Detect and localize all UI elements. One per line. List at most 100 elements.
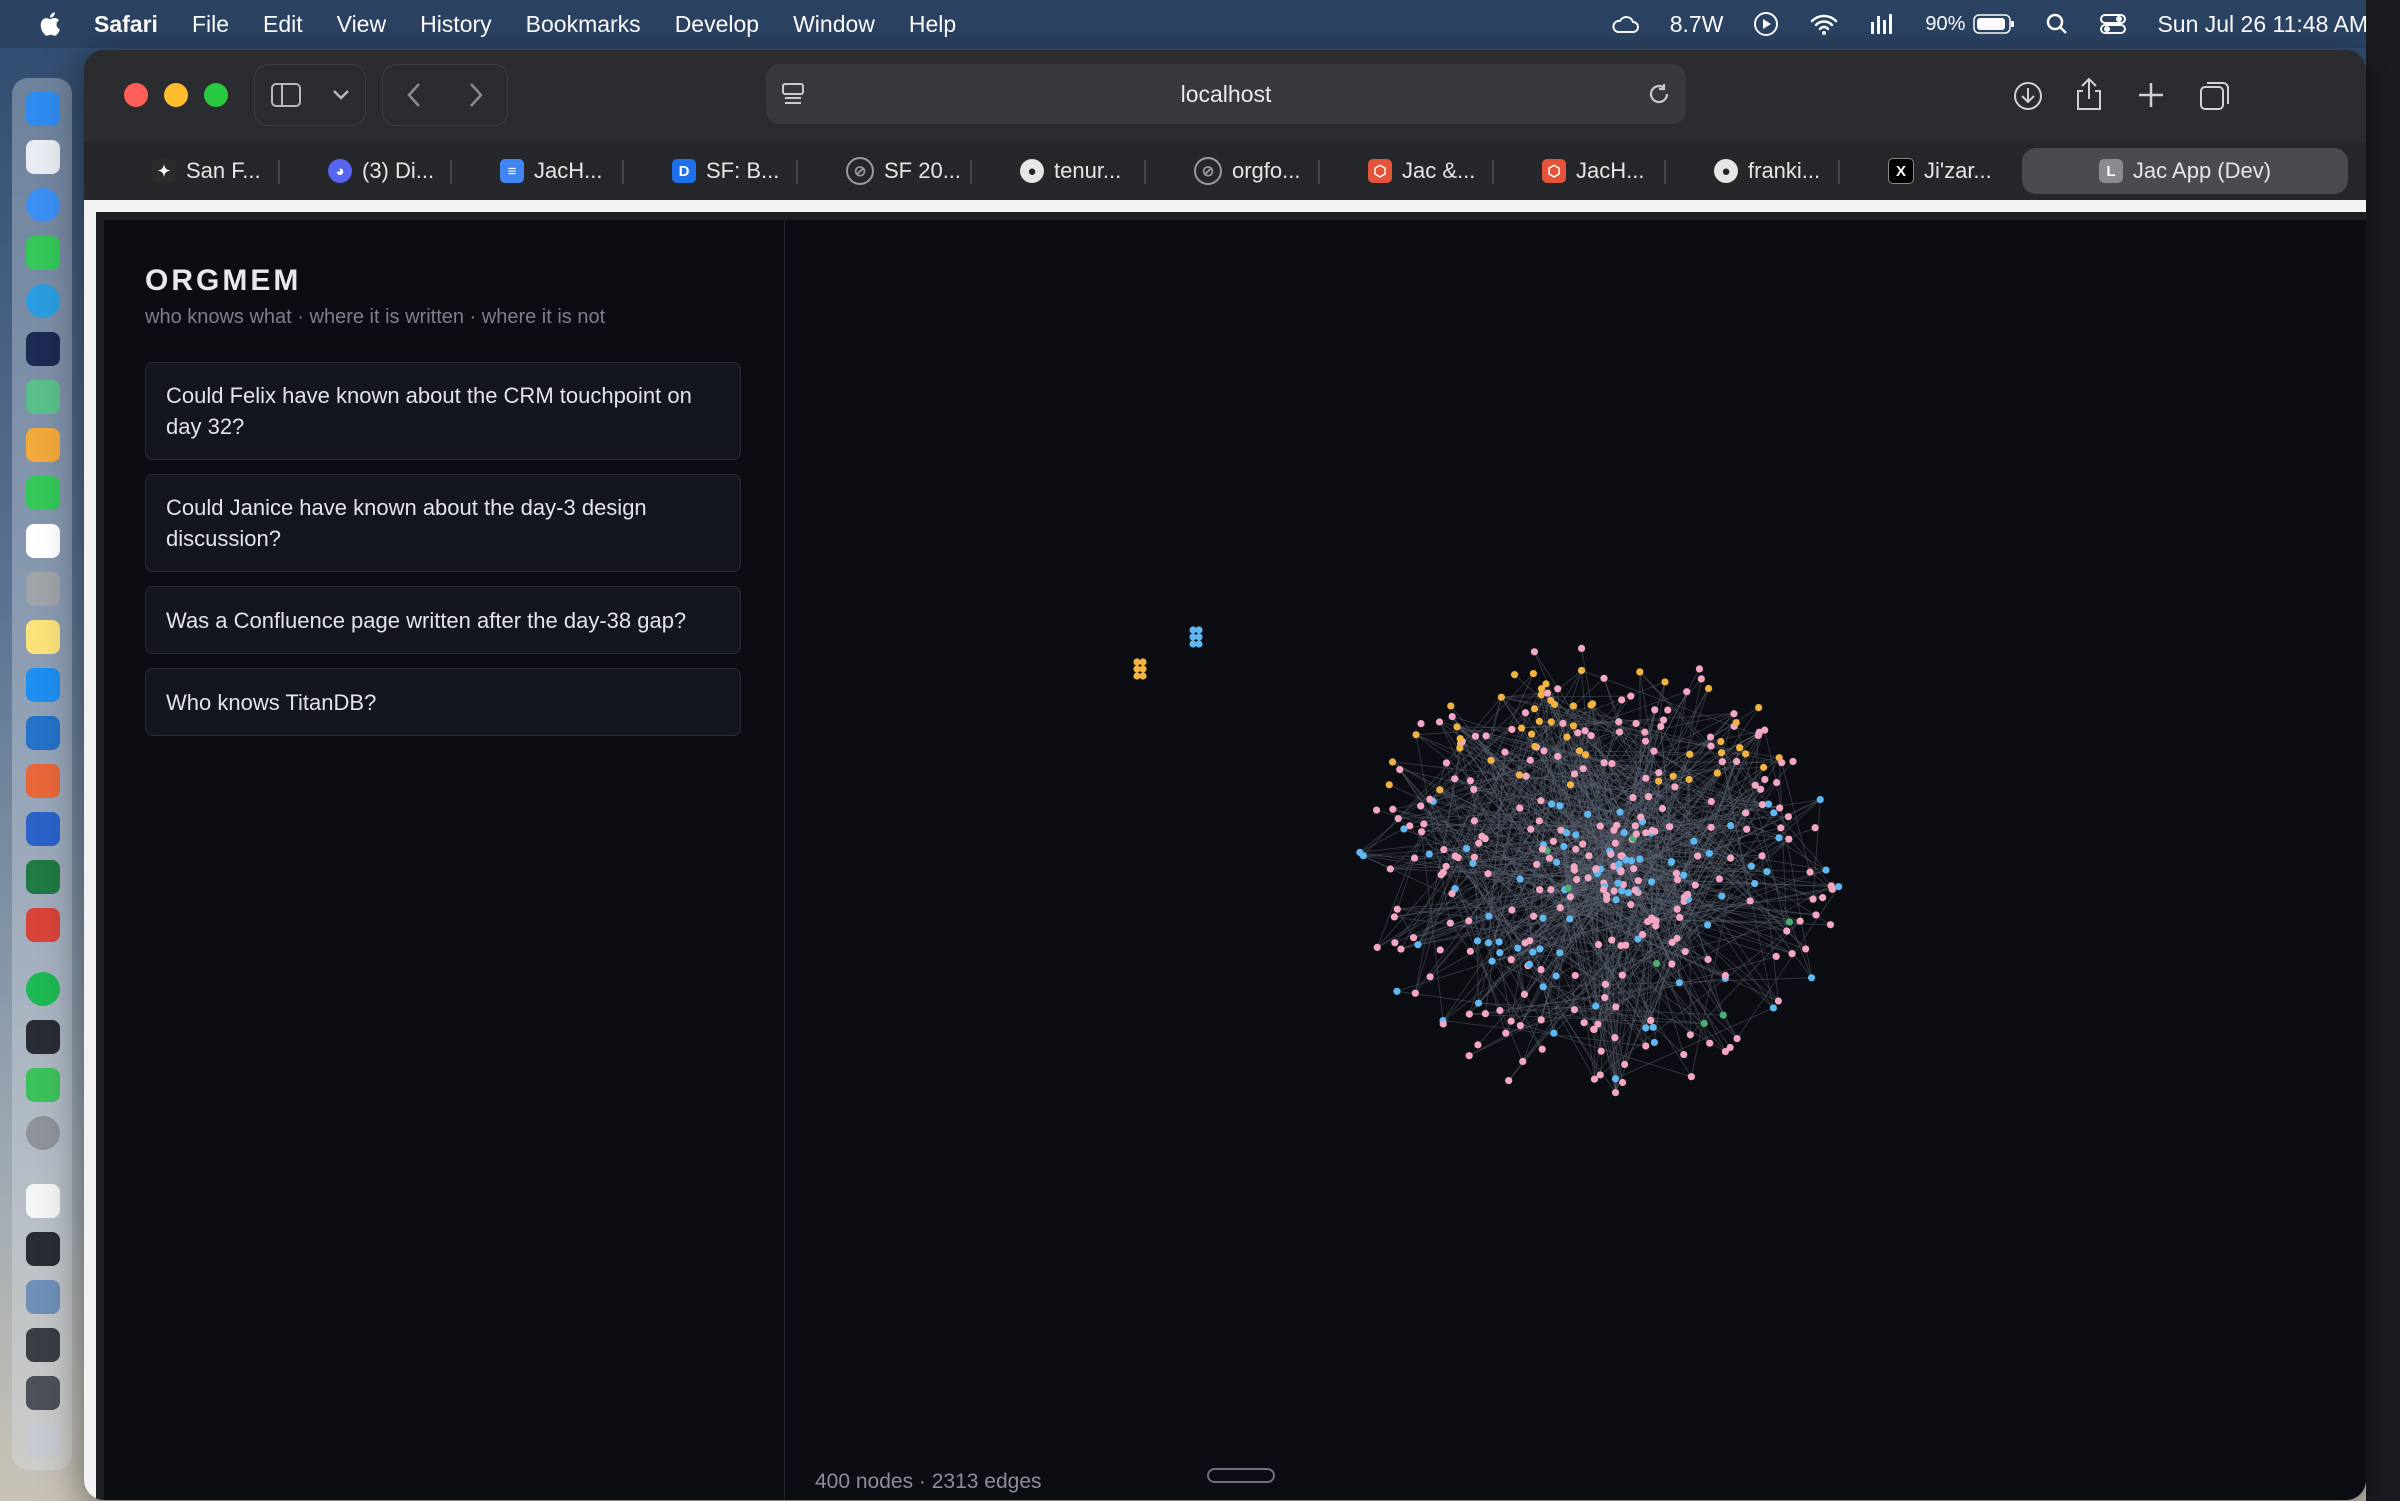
graph-node[interactable]	[1631, 822, 1639, 830]
graph-node[interactable]	[1575, 747, 1583, 755]
graph-node[interactable]	[1685, 775, 1693, 784]
graph-node[interactable]	[1697, 675, 1705, 683]
powerpoint-icon[interactable]	[26, 908, 60, 942]
graph-node[interactable]	[1704, 955, 1712, 963]
graph-node[interactable]	[1556, 949, 1564, 957]
graph-node[interactable]	[1139, 665, 1147, 673]
graph-node[interactable]	[1520, 990, 1529, 998]
graph-node[interactable]	[1549, 837, 1558, 845]
graph-node[interactable]	[1659, 716, 1668, 724]
graph-node[interactable]	[1611, 839, 1619, 847]
graph-node[interactable]	[1385, 781, 1393, 789]
graph-node[interactable]	[1603, 891, 1611, 899]
graph-node[interactable]	[1563, 733, 1571, 741]
document-icon[interactable]	[26, 1184, 60, 1218]
sidebar-toggle-button[interactable]	[254, 64, 366, 126]
excel-icon[interactable]	[26, 860, 60, 894]
graph-node[interactable]	[1550, 1029, 1558, 1037]
graph-node[interactable]	[1414, 941, 1422, 949]
spotify-icon[interactable]	[26, 972, 60, 1006]
graph-node[interactable]	[1435, 718, 1444, 726]
graph-node[interactable]	[1570, 866, 1578, 874]
graph-node[interactable]	[1758, 800, 1767, 809]
graph-node[interactable]	[1535, 717, 1543, 725]
graph-node[interactable]	[1675, 979, 1683, 987]
safari-icon[interactable]	[26, 188, 60, 222]
graph-node[interactable]	[1535, 817, 1543, 825]
graph-node[interactable]	[1774, 997, 1782, 1005]
graph-node[interactable]	[1409, 934, 1418, 942]
tab[interactable]: ⊘ SF 20...	[838, 148, 961, 194]
graph-node[interactable]	[1397, 945, 1405, 953]
graph-node[interactable]	[1547, 885, 1555, 894]
graph-node[interactable]	[1530, 648, 1538, 656]
graph-node[interactable]	[1502, 1029, 1510, 1037]
graph-node[interactable]	[1592, 865, 1600, 873]
graph-node[interactable]	[1454, 854, 1462, 862]
graph-node[interactable]	[1681, 948, 1689, 956]
graph-node[interactable]	[1514, 944, 1522, 952]
graph-node[interactable]	[1487, 756, 1495, 764]
graph-node[interactable]	[1715, 875, 1724, 883]
graph-node[interactable]	[1579, 765, 1587, 773]
graph-node[interactable]	[1755, 703, 1763, 712]
graph-node[interactable]	[1536, 945, 1544, 953]
graph-node[interactable]	[1618, 971, 1626, 979]
graph-node[interactable]	[1505, 1077, 1513, 1085]
graph-node[interactable]	[1655, 777, 1663, 785]
graph-node[interactable]	[1195, 626, 1203, 634]
graph-node[interactable]	[1195, 640, 1203, 648]
downloads-icon[interactable]	[2012, 80, 2044, 117]
graph-node[interactable]	[1601, 980, 1610, 988]
graph-node[interactable]	[1785, 918, 1794, 926]
graph-node[interactable]	[1615, 728, 1624, 736]
graph-node[interactable]	[1621, 1060, 1629, 1069]
question-card[interactable]: Was a Confluence page written after the …	[145, 586, 741, 654]
messages-icon[interactable]	[26, 236, 60, 270]
graph-node[interactable]	[1529, 669, 1538, 678]
graph-node[interactable]	[1515, 771, 1523, 779]
graph-node[interactable]	[1569, 722, 1578, 730]
graph-node[interactable]	[1655, 769, 1663, 777]
graph-node[interactable]	[1618, 696, 1626, 704]
graph-node[interactable]	[1608, 936, 1616, 944]
graph-node[interactable]	[1519, 1057, 1527, 1066]
graph-node[interactable]	[1537, 965, 1545, 974]
graph-node[interactable]	[1466, 947, 1474, 955]
graph-node[interactable]	[1769, 1004, 1777, 1012]
graph-node[interactable]	[1582, 751, 1590, 759]
graph-node[interactable]	[1542, 680, 1550, 688]
graph-node[interactable]	[1393, 987, 1401, 995]
graph-node[interactable]	[1386, 865, 1394, 873]
stats-icon[interactable]	[1869, 12, 1895, 36]
menu-view[interactable]: View	[337, 11, 386, 38]
graph-node[interactable]	[1516, 875, 1524, 883]
graph-node[interactable]	[1707, 797, 1715, 806]
graph-node[interactable]	[1658, 804, 1667, 813]
graph-node[interactable]	[1713, 769, 1721, 777]
graph-node[interactable]	[1584, 874, 1592, 882]
graph-node[interactable]	[1471, 732, 1480, 740]
graph-node[interactable]	[1495, 938, 1503, 946]
graph-node[interactable]	[1657, 722, 1665, 731]
graph-node[interactable]	[1507, 956, 1515, 964]
graph-node[interactable]	[1695, 665, 1704, 673]
graph-node[interactable]	[1727, 821, 1735, 830]
tab[interactable]: ● franki...	[1706, 148, 1820, 194]
graph-node[interactable]	[1707, 742, 1715, 750]
graph-node[interactable]	[1566, 915, 1574, 923]
graph-node[interactable]	[1410, 854, 1419, 862]
graph-node[interactable]	[1562, 829, 1571, 837]
share-icon[interactable]	[2074, 76, 2104, 117]
graph-node[interactable]	[1390, 913, 1398, 921]
zoom-button[interactable]	[204, 83, 228, 107]
graph-node[interactable]	[1577, 644, 1586, 652]
tab-overview-icon[interactable]	[2198, 78, 2232, 117]
graph-node[interactable]	[1704, 684, 1713, 693]
graph-node[interactable]	[1610, 887, 1618, 895]
graph-node[interactable]	[1581, 727, 1589, 735]
tab[interactable]: ⬡ JacH...	[1534, 148, 1644, 194]
graph-node[interactable]	[1465, 1052, 1473, 1060]
forward-icon[interactable]	[468, 82, 484, 108]
graph-node[interactable]	[1496, 1006, 1504, 1015]
